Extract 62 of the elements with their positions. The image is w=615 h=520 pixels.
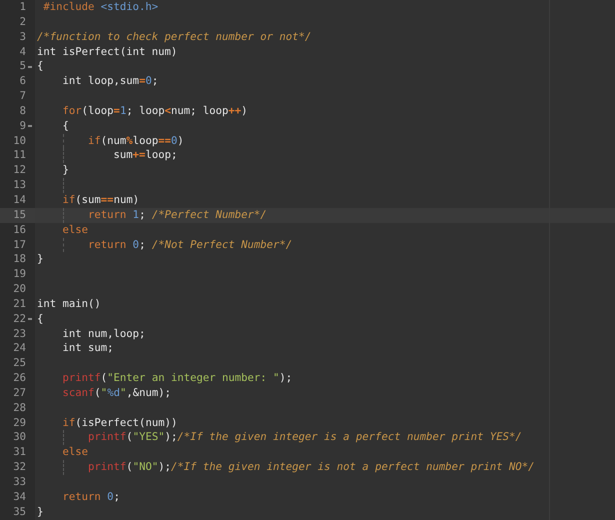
line-number: 19 [12,267,26,282]
line-number: 12 [12,163,26,178]
line-number: 6 [18,74,26,90]
code-line: } [37,506,44,518]
line-number: 27 [12,386,26,401]
code-line: printf("NO");/*If the given integer is not a perfect number print NO*/ [87,461,535,474]
line-number: 17 [12,238,26,252]
line-number: 24 [12,341,26,356]
code-line: } [62,164,69,176]
line-number: 33 [12,475,26,490]
code-line: int main() [37,298,101,310]
code-line: int loop,sum=0; [62,75,158,88]
code-line: { [62,120,69,132]
line-number: 15 [12,208,26,223]
line-number: 28 [12,400,26,416]
line-number: 2 [18,14,26,30]
code-line: return 1; /*Perfect Number*/ [87,208,267,221]
code-line: printf("YES");/*If the given integer is a perfect number print YES*/ [87,431,522,444]
line-number: 29 [12,416,26,430]
line-number: 7 [18,89,26,104]
line-number: 10 [12,134,26,148]
line-number: 23 [12,326,26,342]
line-number: 4 [18,44,26,60]
code-line: if(num%loop==0) [87,134,184,147]
line-number: 11 [12,148,26,164]
code-line: /*function to check perfect number or not*/ [37,30,312,43]
line-number: 14 [12,192,26,208]
line-number: 3 [18,30,26,45]
line-number: 16 [12,222,26,238]
code-line: if(sum==num) [62,194,140,206]
code-line: printf("Enter an integer number: "); [62,372,292,384]
line-number: 9 [18,118,26,134]
line-number: 31 [12,445,26,460]
code-line: } [37,253,44,266]
code-line: else [62,446,88,458]
code-line: return 0; [62,490,120,503]
code-line: #include <stdio.h> [42,1,158,13]
line-number: 30 [12,430,26,446]
code-line: return 0; /*Not Perfect Number*/ [87,238,292,250]
code-line: { [37,60,44,72]
code-line: { [37,312,44,325]
code-line: else [62,224,88,236]
line-number: 13 [12,178,26,193]
line-number: 8 [18,104,26,119]
code-line: sum+=loop; [112,149,178,162]
line-number: 22 [12,312,26,327]
code-line: for(loop=1; loop<num; loop++) [62,104,248,117]
line-number: 32 [12,460,26,475]
line-number: 34 [12,490,26,505]
line-number: 21 [12,296,26,312]
code-line: scanf("%d",&num); [62,386,171,399]
code-line: int isPerfect(int num) [37,46,178,58]
line-number: 1 [18,0,26,15]
line-number: 35 [12,504,26,520]
code-line: int num,loop; [62,328,146,340]
line-number: 18 [12,252,26,268]
code-line: if(isPerfect(num)) [62,416,178,429]
line-number: 20 [12,282,26,297]
line-number: 25 [12,356,26,372]
code-line: int sum; [62,342,114,354]
line-number: 26 [12,371,26,386]
line-number: 5 [18,59,26,74]
